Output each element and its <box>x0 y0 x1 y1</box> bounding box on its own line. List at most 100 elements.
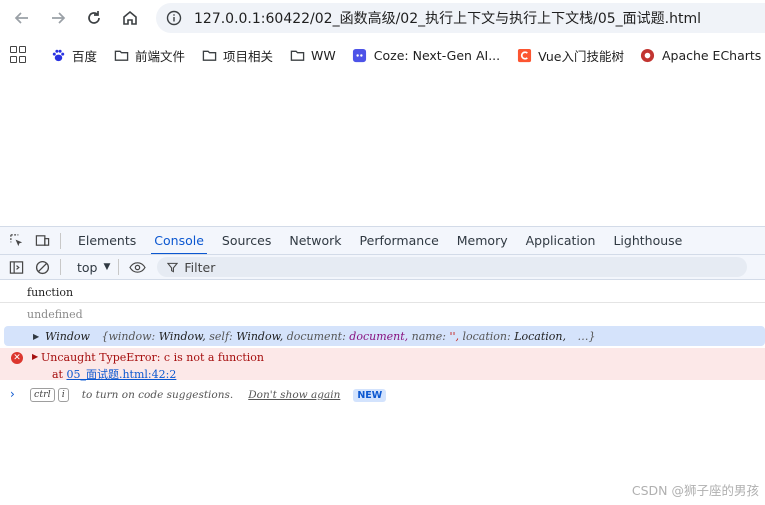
bookmark-coze[interactable]: Coze: Next-Gen AI... <box>352 47 500 63</box>
tab-console[interactable]: Console <box>145 227 213 255</box>
tab-application[interactable]: Application <box>517 227 605 255</box>
caret-down-icon: ▼ <box>103 262 111 272</box>
coze-icon <box>352 47 368 63</box>
console-prompt-row[interactable]: › ctrl i to turn on code suggestions. Do… <box>0 385 765 407</box>
reload-button[interactable] <box>80 4 108 32</box>
bookmark-folder-ww[interactable]: WW <box>289 47 336 63</box>
window-object-preview: Window {window: Window, self: Window, do… <box>45 330 595 343</box>
log-text: function <box>27 286 74 299</box>
inspect-element-button[interactable] <box>6 231 26 251</box>
device-toolbar-button[interactable] <box>32 231 52 251</box>
baidu-paw-icon <box>50 47 66 63</box>
folder-icon <box>289 47 305 63</box>
prop-value: '', <box>449 329 459 343</box>
dont-show-again-link[interactable]: Don't show again <box>248 389 340 401</box>
console-log-row: function <box>0 283 765 303</box>
address-bar[interactable]: 127.0.0.1:60422/02_函数高级/02_执行上下文与执行上下文栈/… <box>156 3 765 33</box>
error-message: Uncaught TypeError: c is not a function <box>41 351 264 364</box>
tab-memory[interactable]: Memory <box>448 227 517 255</box>
tab-elements[interactable]: Elements <box>69 227 145 255</box>
prompt-chevron-icon: › <box>10 387 15 401</box>
device-icon <box>35 235 49 246</box>
apps-grid-icon[interactable] <box>10 46 26 64</box>
bookmark-label: Vue入门技能树 <box>538 48 624 64</box>
forward-button[interactable] <box>44 4 72 32</box>
browser-toolbar: 127.0.0.1:60422/02_函数高级/02_执行上下文与执行上下文栈/… <box>0 0 765 36</box>
source-link[interactable]: 05_面试题.html:42:2 <box>66 368 176 381</box>
tab-performance[interactable]: Performance <box>351 227 448 255</box>
arrow-left-icon <box>14 12 28 24</box>
expand-triangle-icon[interactable]: ▶ <box>33 332 39 341</box>
sidebar-toggle-icon <box>9 260 23 274</box>
hint-text: to turn on code suggestions. <box>81 389 234 401</box>
arrow-right-icon <box>52 12 66 24</box>
echarts-icon <box>640 47 656 63</box>
prop-value: Location, <box>514 329 566 343</box>
console-object-row[interactable]: ▶ Window {window: Window, self: Window, … <box>4 326 765 346</box>
eye-icon <box>129 261 146 273</box>
back-button[interactable] <box>8 4 36 32</box>
toolbar-divider <box>118 259 120 275</box>
block-icon <box>35 260 49 274</box>
context-label: top <box>77 259 98 275</box>
tab-sources[interactable]: Sources <box>213 227 280 255</box>
prop-key: self: <box>209 329 233 343</box>
new-badge: NEW <box>353 388 387 402</box>
bookmark-label: WW <box>311 47 336 63</box>
console-log-row: undefined <box>0 304 765 324</box>
hint-bar: ctrl i to turn on code suggestions. Don'… <box>30 388 387 402</box>
bookmark-folder-projects[interactable]: 项目相关 <box>201 46 273 65</box>
reload-icon <box>88 11 100 24</box>
bookmark-label: Apache ECharts <box>661 47 762 63</box>
prop-key: document: <box>286 329 346 343</box>
error-icon: ✕ <box>11 352 23 364</box>
home-icon <box>123 10 137 25</box>
sidebar-toggle-button[interactable] <box>6 257 26 277</box>
key-ctrl: ctrl <box>30 388 55 402</box>
console-error-row: ✕ ▶ Uncaught TypeError: c is not a funct… <box>0 348 765 382</box>
prop-value: Window, <box>158 329 206 343</box>
bookmark-vue[interactable]: Vue入门技能树 <box>516 46 624 65</box>
object-type: Window <box>45 329 90 343</box>
bookmark-baidu[interactable]: 百度 <box>50 46 97 65</box>
bookmark-label: Coze: Next-Gen AI... <box>373 47 501 63</box>
console-toolbar: top ▼ Filter <box>0 254 765 280</box>
tab-lighthouse[interactable]: Lighthouse <box>604 227 691 255</box>
prop-value: document, <box>349 329 409 343</box>
prop-key: window: <box>108 329 156 343</box>
bookmark-label: 项目相关 <box>223 48 274 64</box>
error-stack: at 05_面试题.html:42:2 <box>52 366 176 382</box>
bookmarks-bar: 百度 前端文件 项目相关 WW Coze: Next-Gen AI... Vue… <box>0 40 765 70</box>
prop-key: name: <box>411 329 446 343</box>
folder-icon <box>113 47 129 63</box>
tab-network[interactable]: Network <box>280 227 350 255</box>
devtools-tabbar: Elements Console Sources Network Perform… <box>0 226 765 255</box>
home-button[interactable] <box>116 4 144 32</box>
folder-icon <box>201 47 217 63</box>
console-output: function undefined ▶ Window {window: Win… <box>0 281 765 505</box>
page-content <box>0 74 765 226</box>
bookmark-label: 前端文件 <box>135 48 186 64</box>
filter-placeholder: Filter <box>184 259 216 275</box>
key-i: i <box>57 388 69 402</box>
prop-key: location: <box>462 329 511 343</box>
toolbar-divider <box>60 232 61 249</box>
context-selector[interactable]: top ▼ <box>77 260 110 275</box>
stack-at: at <box>52 368 63 381</box>
filter-icon <box>167 262 179 273</box>
filter-input[interactable]: Filter <box>157 257 748 277</box>
log-text: undefined <box>27 307 83 321</box>
bookmark-folder-frontend[interactable]: 前端文件 <box>113 46 185 65</box>
info-icon[interactable] <box>166 10 182 26</box>
bookmark-echarts[interactable]: Apache ECharts <box>640 47 761 63</box>
expand-triangle-icon[interactable]: ▶ <box>32 352 38 361</box>
bookmark-label: 百度 <box>72 48 98 64</box>
watermark: CSDN @狮子座的男孩 <box>631 483 759 498</box>
inspect-icon <box>9 234 22 247</box>
url-text: 127.0.0.1:60422/02_函数高级/02_执行上下文与执行上下文栈/… <box>194 11 701 27</box>
prop-value: Window, <box>236 329 284 343</box>
live-expression-button[interactable] <box>127 257 147 277</box>
csdn-c-icon <box>516 47 532 63</box>
clear-console-button[interactable] <box>32 257 52 277</box>
toolbar-divider <box>60 259 61 275</box>
